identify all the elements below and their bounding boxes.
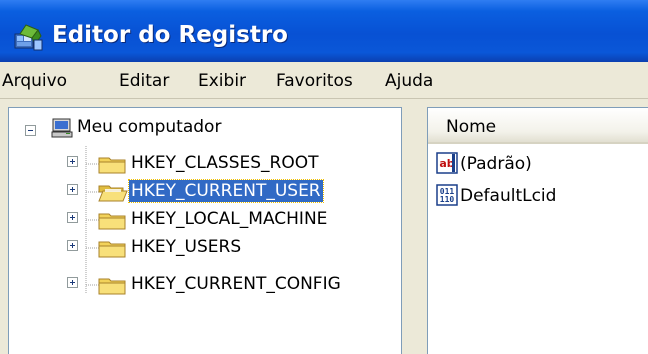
menu-editar[interactable]: Editar [119,71,169,91]
svg-text:110: 110 [440,195,455,204]
collapse-root-toggle[interactable] [25,125,36,136]
value-name: DefaultLcid [460,186,557,206]
tree-item-hkcr[interactable]: HKEY_CLASSES_ROOT [129,152,321,174]
menu-favoritos[interactable]: Favoritos [276,71,353,91]
tree-item-hkcc[interactable]: HKEY_CURRENT_CONFIG [129,273,343,295]
work-area: Meu computador HKEY_CLASSES_ROOT HKEY_CU… [0,99,648,354]
tree-item-hkcu[interactable]: HKEY_CURRENT_USER [128,179,324,203]
tree-item-hku[interactable]: HKEY_USERS [129,236,243,258]
value-name: (Padrão) [460,154,532,174]
expand-hku-toggle[interactable] [67,240,78,251]
menu-arquivo[interactable]: Arquivo [2,71,67,91]
folder-icon [98,278,126,295]
menu-exibir[interactable]: Exibir [198,71,246,91]
string-value-icon: ab [436,152,458,174]
tree-root-label[interactable]: Meu computador [75,116,223,138]
folder-icon [98,213,126,230]
window-title: Editor do Registro [52,22,288,48]
key-tree[interactable]: Meu computador HKEY_CLASSES_ROOT HKEY_CU… [8,107,402,354]
folder-icon [98,241,126,258]
binary-value-icon: 011 110 [436,184,458,206]
open-folder-icon [98,185,128,202]
expand-hkcu-toggle[interactable] [67,184,78,195]
tree-lines [85,146,101,294]
folder-icon [98,157,126,174]
expand-hkcc-toggle[interactable] [67,277,78,288]
tree-item-hklm[interactable]: HKEY_LOCAL_MACHINE [129,208,329,230]
expand-hklm-toggle[interactable] [67,212,78,223]
column-header-name[interactable]: Nome [428,108,648,144]
menu-bar: Arquivo Editar Exibir Favoritos Ajuda [0,62,648,99]
value-list[interactable]: Nome ab (Padrão) 011 110 DefaultLcid [427,107,648,354]
title-bar[interactable]: Editor do Registro [0,0,648,62]
regedit-icon [14,24,43,51]
column-header-label: Nome [446,117,497,137]
expand-hkcr-toggle[interactable] [67,156,78,167]
menu-ajuda[interactable]: Ajuda [385,71,433,91]
